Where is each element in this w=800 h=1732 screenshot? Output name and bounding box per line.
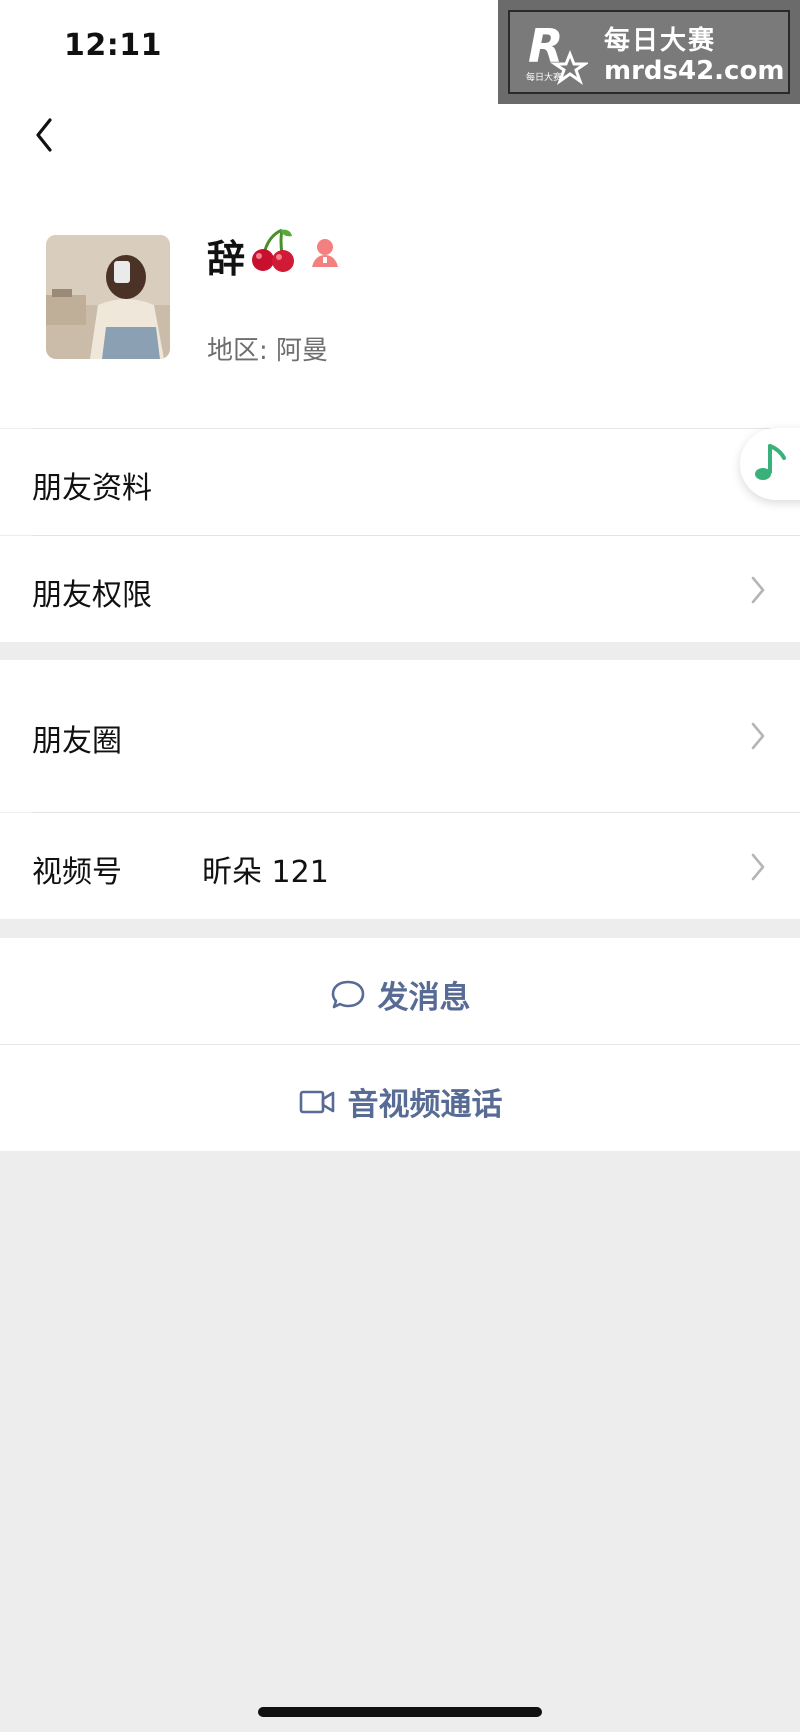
watermark-logo-icon: R 每日大赛 [526, 19, 588, 85]
chevron-right-icon [751, 722, 765, 750]
video-call-label: 音视频通话 [347, 1087, 503, 1123]
profile-name: 辞 [207, 237, 246, 281]
channels-value: 昕朵 121 [202, 855, 329, 890]
video-camera-icon [299, 1090, 334, 1113]
menu-friend-permissions[interactable]: 朋友权限 [0, 536, 800, 642]
chevron-right-icon [751, 853, 765, 881]
home-indicator[interactable] [258, 1707, 542, 1717]
menu-label: 视频号 [32, 855, 122, 890]
region-text: 地区: 阿曼 [207, 336, 329, 366]
menu-label: 朋友圈 [32, 724, 122, 759]
female-icon [312, 239, 338, 267]
menu-friend-profile[interactable]: 朋友资料 [0, 429, 800, 535]
svg-text:每日大赛: 每日大赛 [526, 71, 562, 83]
profile-header: 12:11 R 每日大赛 每日大赛 mrds42.com 辞 地区: 阿曼 [0, 0, 800, 428]
video-call-button[interactable]: 音视频通话 [0, 1045, 800, 1151]
menu-channels[interactable]: 视频号 昕朵 121 [0, 813, 800, 919]
music-note-icon [755, 444, 786, 480]
watermark: R 每日大赛 每日大赛 mrds42.com [498, 0, 800, 104]
cherry-icon [252, 228, 294, 272]
chevron-right-icon [751, 576, 765, 604]
watermark-url: mrds42.com [604, 56, 785, 86]
menu-label: 朋友权限 [32, 578, 152, 613]
back-chevron-icon[interactable] [26, 112, 62, 158]
menu-moments[interactable]: 朋友圈 [0, 660, 800, 812]
send-message-button[interactable]: 发消息 [0, 938, 800, 1044]
avatar[interactable] [46, 235, 170, 359]
chat-bubble-icon [331, 980, 364, 1008]
send-message-label: 发消息 [377, 980, 471, 1016]
watermark-title: 每日大赛 [604, 26, 717, 56]
avatar-photo [46, 235, 170, 359]
status-time: 12:11 [64, 28, 162, 63]
menu-label: 朋友资料 [32, 471, 152, 506]
